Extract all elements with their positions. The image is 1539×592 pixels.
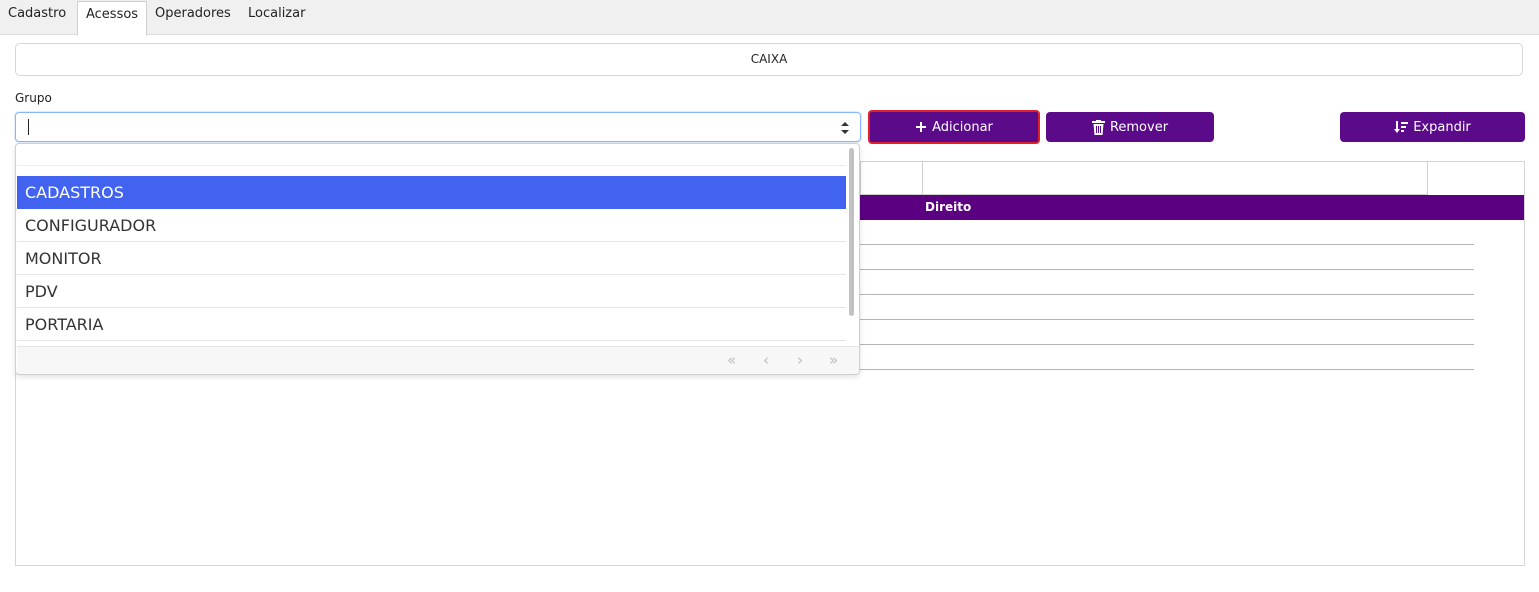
tab-bar: Cadastro Acessos Operadores Localizar (0, 0, 1539, 36)
column-header-direito[interactable]: Direito (925, 200, 971, 214)
dropdown-option-portaria[interactable]: PORTARIA (17, 308, 846, 341)
table-row (860, 294, 1474, 295)
table-row (860, 319, 1474, 320)
dropdown-scrollbar[interactable] (848, 148, 856, 341)
trash-icon (1091, 119, 1105, 135)
dropdown-option-configurador[interactable]: CONFIGURADOR (17, 209, 846, 242)
add-button[interactable]: Adicionar (868, 110, 1040, 144)
scrollbar-thumb[interactable] (849, 148, 854, 316)
tab-localizar[interactable]: Localizar (240, 1, 313, 35)
prev-page-icon[interactable]: ‹ (763, 351, 769, 369)
table-row (860, 344, 1474, 345)
dropdown-option-cadastros[interactable]: CADASTROS (17, 176, 846, 209)
expand-button[interactable]: Expandir (1340, 112, 1525, 142)
grupo-select[interactable] (15, 112, 861, 142)
grid-filter-cell[interactable] (860, 161, 923, 195)
grupo-label: Grupo (15, 91, 52, 105)
tab-acessos[interactable]: Acessos (77, 1, 148, 36)
first-page-icon[interactable]: « (727, 351, 736, 369)
grupo-dropdown: CADASTROS CONFIGURADOR MONITOR PDV PORTA… (15, 143, 860, 375)
add-button-label: Adicionar (932, 119, 993, 135)
next-page-icon[interactable]: › (797, 351, 803, 369)
sort-down-icon (1394, 120, 1409, 134)
grid-filter-direito[interactable] (922, 161, 1428, 195)
expand-button-label: Expandir (1413, 119, 1471, 135)
page-title: CAIXA (15, 43, 1523, 76)
tab-operadores[interactable]: Operadores (147, 1, 239, 35)
table-row (860, 369, 1474, 370)
table-row (860, 244, 1474, 245)
tab-cadastro[interactable]: Cadastro (0, 1, 74, 35)
remove-button[interactable]: Remover (1046, 112, 1214, 142)
dropdown-option-monitor[interactable]: MONITOR (17, 242, 846, 275)
text-cursor (28, 119, 29, 135)
select-arrows-icon (840, 120, 850, 136)
table-row (860, 269, 1474, 270)
dropdown-pager: « ‹ › » (17, 346, 859, 374)
last-page-icon[interactable]: » (829, 351, 838, 369)
dropdown-empty-option[interactable] (17, 144, 846, 166)
dropdown-option-pdv[interactable]: PDV (17, 275, 846, 308)
plus-icon (915, 121, 927, 133)
remove-button-label: Remover (1109, 119, 1169, 135)
